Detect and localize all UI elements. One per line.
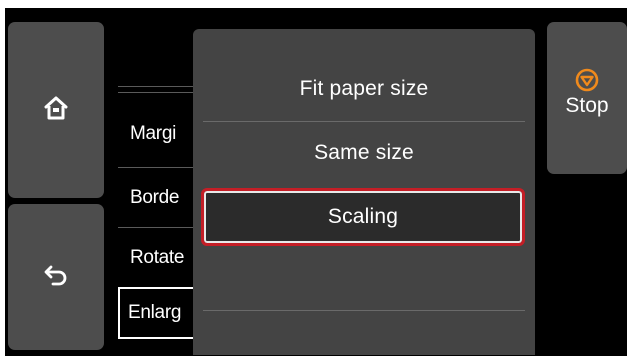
back-arrow-icon xyxy=(44,264,68,291)
back-button[interactable] xyxy=(8,204,104,350)
menu-item-label: Scaling xyxy=(327,205,399,228)
menu-item-fit-paper-size[interactable]: Fit paper size xyxy=(203,61,525,117)
touch-panel: Margi Borde Rotate Enlarg Fit paper size… xyxy=(5,8,627,356)
menu-item-scaling[interactable]: Scaling xyxy=(201,188,525,246)
scaling-popup-menu: Fit paper size Same size Scaling xyxy=(193,29,535,355)
settings-item-label: Enlarg xyxy=(128,302,182,323)
stop-label: Stop xyxy=(565,94,609,117)
menu-item-label: Same size xyxy=(314,141,414,164)
screen: Margi Borde Rotate Enlarg Fit paper size… xyxy=(0,0,632,361)
stop-button[interactable]: Stop xyxy=(547,22,627,174)
settings-item-label: Rotate xyxy=(130,247,185,268)
home-icon xyxy=(43,95,69,126)
stop-icon xyxy=(575,68,599,97)
settings-item-label: Borde xyxy=(130,187,180,208)
home-button[interactable] xyxy=(8,22,104,198)
menu-item-same-size[interactable]: Same size xyxy=(203,125,525,181)
settings-item-label: Margi xyxy=(130,123,177,144)
menu-divider xyxy=(203,121,525,122)
menu-divider xyxy=(203,310,525,311)
menu-item-label: Fit paper size xyxy=(299,77,429,100)
